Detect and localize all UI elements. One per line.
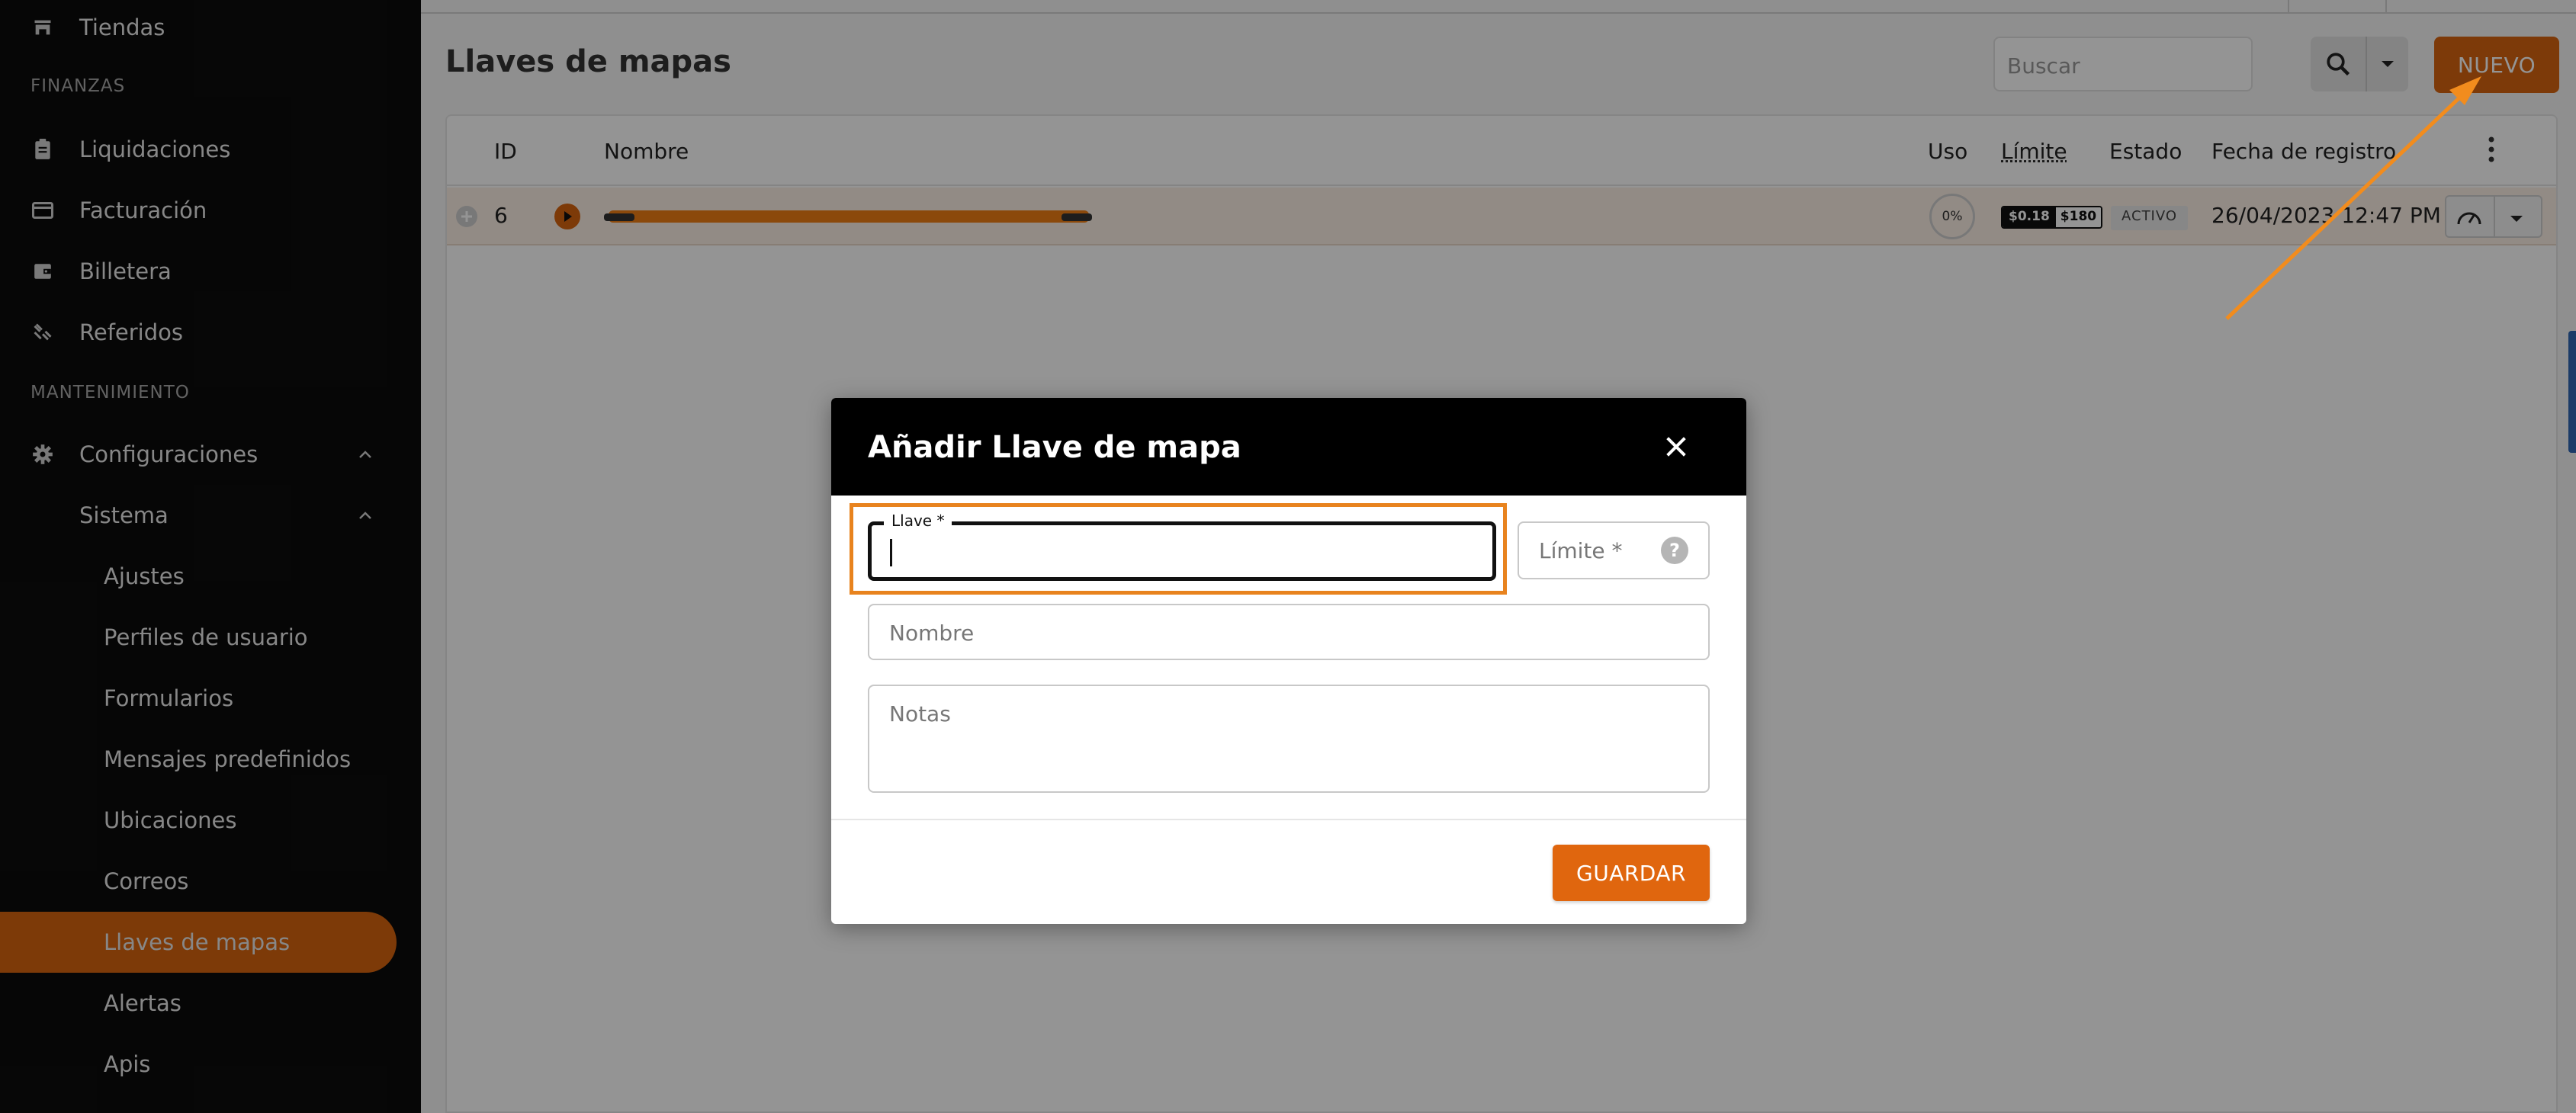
nombre-placeholder: Nombre [889,621,975,646]
notas-placeholder: Notas [889,701,951,726]
dialog-title: Añadir Llave de mapa [868,430,1241,465]
add-map-key-dialog: Añadir Llave de mapa Llave * Límite * ? … [831,398,1746,924]
dialog-divider [831,819,1746,820]
notas-textarea[interactable]: Notas [868,685,1710,793]
save-button[interactable]: GUARDAR [1553,845,1710,901]
dialog-header: Añadir Llave de mapa [831,398,1746,496]
text-caret [890,539,892,566]
close-icon[interactable] [1658,428,1694,465]
llave-label: Llave * [884,512,952,530]
nombre-input[interactable]: Nombre [868,604,1710,660]
limite-placeholder: Límite * [1539,538,1623,563]
help-icon[interactable]: ? [1661,537,1688,564]
llave-input[interactable]: Llave * [868,512,1496,581]
limite-input[interactable]: Límite * ? [1518,521,1710,579]
